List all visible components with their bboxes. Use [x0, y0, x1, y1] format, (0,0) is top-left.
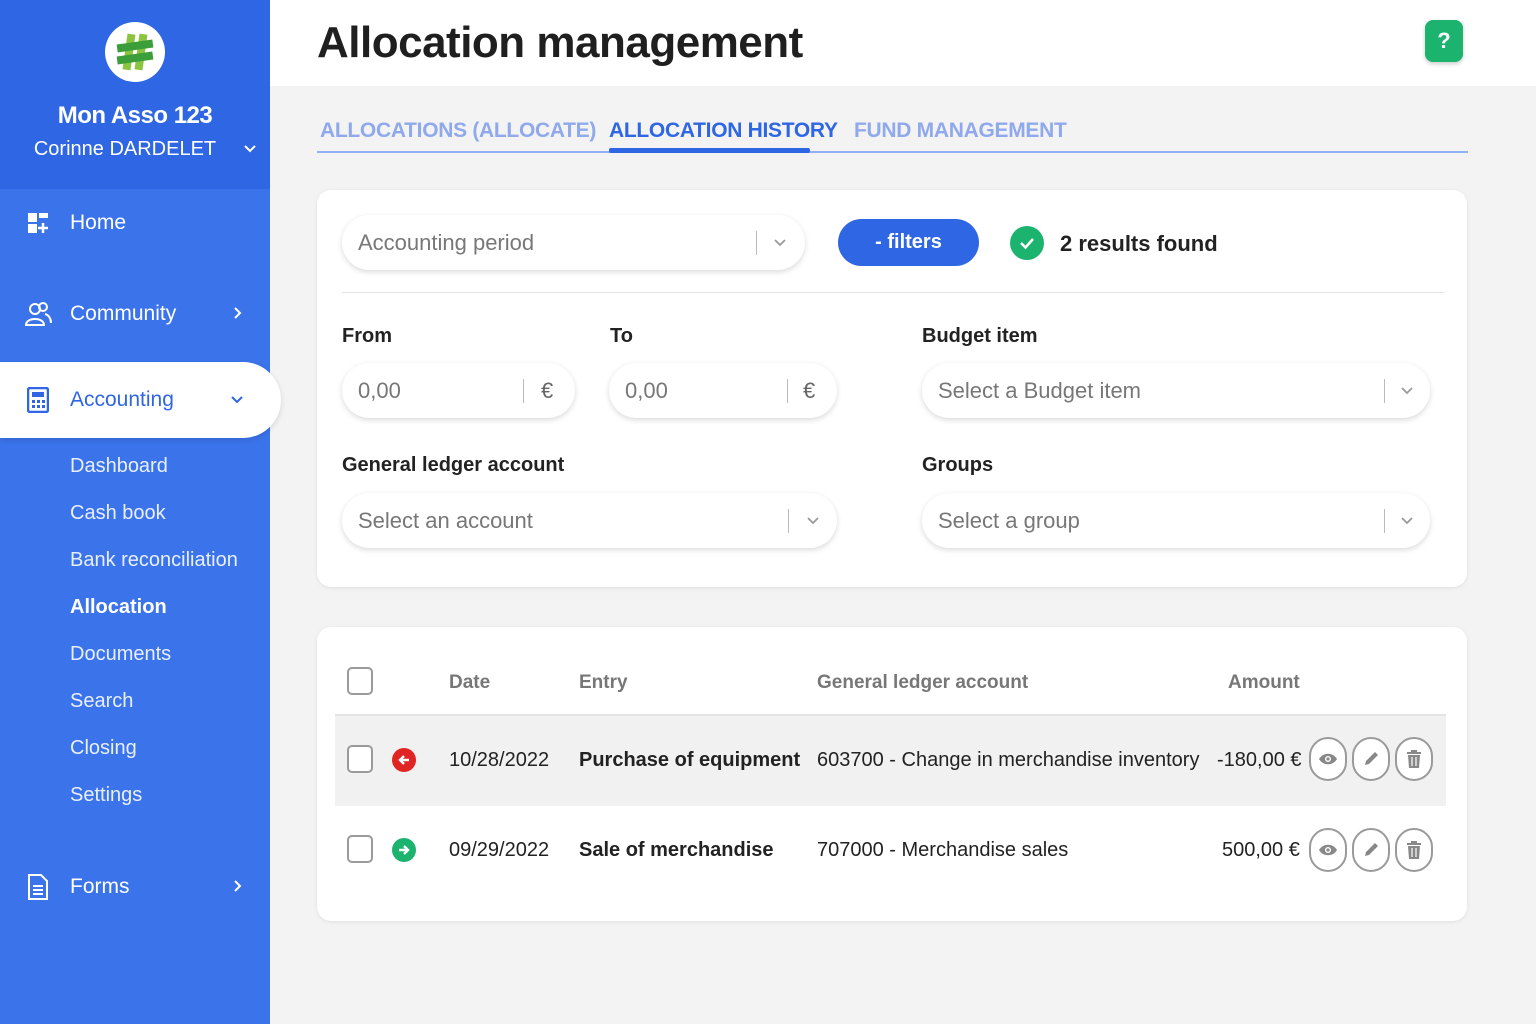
row-date: 10/28/2022	[449, 749, 550, 771]
chevron-down-icon[interactable]	[242, 140, 258, 161]
select-separator	[1384, 378, 1385, 403]
trash-icon	[1407, 750, 1421, 768]
column-header-account[interactable]: General ledger account	[817, 672, 1028, 694]
to-label: To	[610, 325, 633, 347]
row-account: 707000 - Merchandise sales	[817, 839, 1069, 861]
column-header-entry[interactable]: Entry	[579, 672, 628, 694]
groups-select[interactable]: Select a group	[922, 493, 1430, 548]
tabs-divider	[317, 151, 1468, 153]
edit-button[interactable]	[1352, 828, 1390, 872]
subnav-bank-reconciliation[interactable]: Bank reconciliation	[70, 549, 238, 572]
select-all-checkbox[interactable]	[347, 667, 373, 695]
tab-allocation-history[interactable]: ALLOCATION HISTORY	[609, 119, 838, 143]
row-entry: Purchase of equipment	[579, 749, 801, 771]
nav-label-forms: Forms	[70, 875, 130, 898]
nav-label-accounting: Accounting	[70, 388, 174, 411]
view-button[interactable]	[1309, 737, 1347, 781]
gla-label: General ledger account	[342, 454, 565, 476]
chevron-down-icon	[805, 508, 821, 534]
input-separator	[523, 378, 524, 403]
trash-icon	[1407, 841, 1421, 859]
chevron-down-icon	[772, 230, 788, 256]
help-button[interactable]: ?	[1425, 20, 1463, 62]
nav-label-home: Home	[70, 211, 127, 234]
results-count: 2 results found	[1060, 231, 1218, 256]
sidebar: Mon Asso 123 Corinne DARDELET Home Commu…	[0, 0, 281, 1024]
view-button[interactable]	[1309, 828, 1347, 872]
groups-placeholder: Select a group	[938, 507, 1080, 533]
org-name: Mon Asso 123	[57, 102, 213, 129]
column-header-date[interactable]: Date	[449, 672, 490, 694]
dashboard-grid-icon	[24, 209, 52, 237]
select-separator	[756, 230, 757, 255]
row-amount: 500,00 €	[1222, 839, 1300, 861]
org-header: Mon Asso 123 Corinne DARDELET	[0, 0, 270, 189]
incoming-arrow-icon	[392, 838, 416, 862]
nav-item-home[interactable]: Home	[0, 193, 270, 253]
amount-from-input[interactable]: 0,00 €	[342, 363, 575, 418]
delete-button[interactable]	[1395, 737, 1433, 781]
row-checkbox[interactable]	[347, 745, 373, 773]
groups-label: Groups	[922, 454, 994, 476]
tab-fund-management[interactable]: FUND MANAGEMENT	[854, 119, 1067, 143]
subnav-documents[interactable]: Documents	[70, 643, 171, 666]
chevron-down-icon	[230, 388, 244, 412]
row-amount: -180,00 €	[1217, 749, 1302, 771]
euro-icon: €	[541, 377, 554, 403]
users-icon	[24, 300, 52, 328]
check-icon	[1010, 226, 1044, 260]
active-tab-indicator	[609, 148, 810, 153]
nav-item-forms[interactable]: Forms	[0, 857, 270, 917]
accounting-period-placeholder: Accounting period	[358, 229, 535, 255]
amount-to-value: 0,00	[625, 377, 668, 403]
chevron-down-icon	[1399, 378, 1415, 404]
subnav-search[interactable]: Search	[70, 690, 133, 713]
tab-allocations[interactable]: ALLOCATIONS (ALLOCATE)	[320, 119, 596, 143]
pencil-icon	[1365, 752, 1378, 765]
amount-from-value: 0,00	[358, 377, 401, 403]
column-header-amount[interactable]: Amount	[1228, 672, 1300, 694]
delete-button[interactable]	[1395, 828, 1433, 872]
chevron-right-icon	[230, 302, 244, 326]
subnav-allocation[interactable]: Allocation	[70, 596, 167, 619]
subnav-closing[interactable]: Closing	[70, 737, 137, 760]
nav-item-community[interactable]: Community	[0, 284, 270, 344]
user-name[interactable]: Corinne DARDELET	[0, 138, 250, 161]
subnav-cash-book[interactable]: Cash book	[70, 502, 166, 525]
budget-item-label: Budget item	[922, 325, 1038, 347]
select-separator	[1384, 508, 1385, 533]
subnav-dashboard[interactable]: Dashboard	[70, 455, 168, 478]
nav-label-community: Community	[70, 302, 177, 325]
toggle-filters-button[interactable]: - filters	[838, 219, 979, 266]
row-account: 603700 - Change in merchandise inventory	[817, 749, 1200, 771]
from-label: From	[342, 325, 392, 347]
eye-icon	[1319, 753, 1337, 765]
pencil-icon	[1365, 843, 1378, 856]
outgoing-arrow-icon	[392, 748, 416, 772]
budget-item-select[interactable]: Select a Budget item	[922, 363, 1430, 418]
subnav-settings[interactable]: Settings	[70, 784, 142, 807]
gla-placeholder: Select an account	[358, 507, 533, 533]
page-title: Allocation management	[317, 18, 803, 67]
filters-divider	[342, 292, 1444, 293]
euro-icon: €	[803, 377, 816, 403]
chevron-down-icon	[1399, 508, 1415, 534]
gla-select[interactable]: Select an account	[342, 493, 837, 548]
row-date: 09/29/2022	[449, 839, 550, 861]
calculator-icon	[24, 386, 52, 414]
row-entry: Sale of merchandise	[579, 839, 774, 861]
accounting-period-select[interactable]: Accounting period	[342, 215, 805, 270]
amount-to-input[interactable]: 0,00 €	[609, 363, 837, 418]
nav-item-accounting[interactable]: Accounting	[0, 362, 281, 438]
org-logo	[105, 22, 165, 82]
input-separator	[787, 378, 788, 403]
edit-button[interactable]	[1352, 737, 1390, 781]
row-checkbox[interactable]	[347, 835, 373, 863]
document-icon	[24, 873, 52, 901]
budget-item-placeholder: Select a Budget item	[938, 377, 1142, 403]
select-separator	[788, 508, 789, 533]
chevron-right-icon	[230, 875, 244, 899]
eye-icon	[1319, 844, 1337, 856]
